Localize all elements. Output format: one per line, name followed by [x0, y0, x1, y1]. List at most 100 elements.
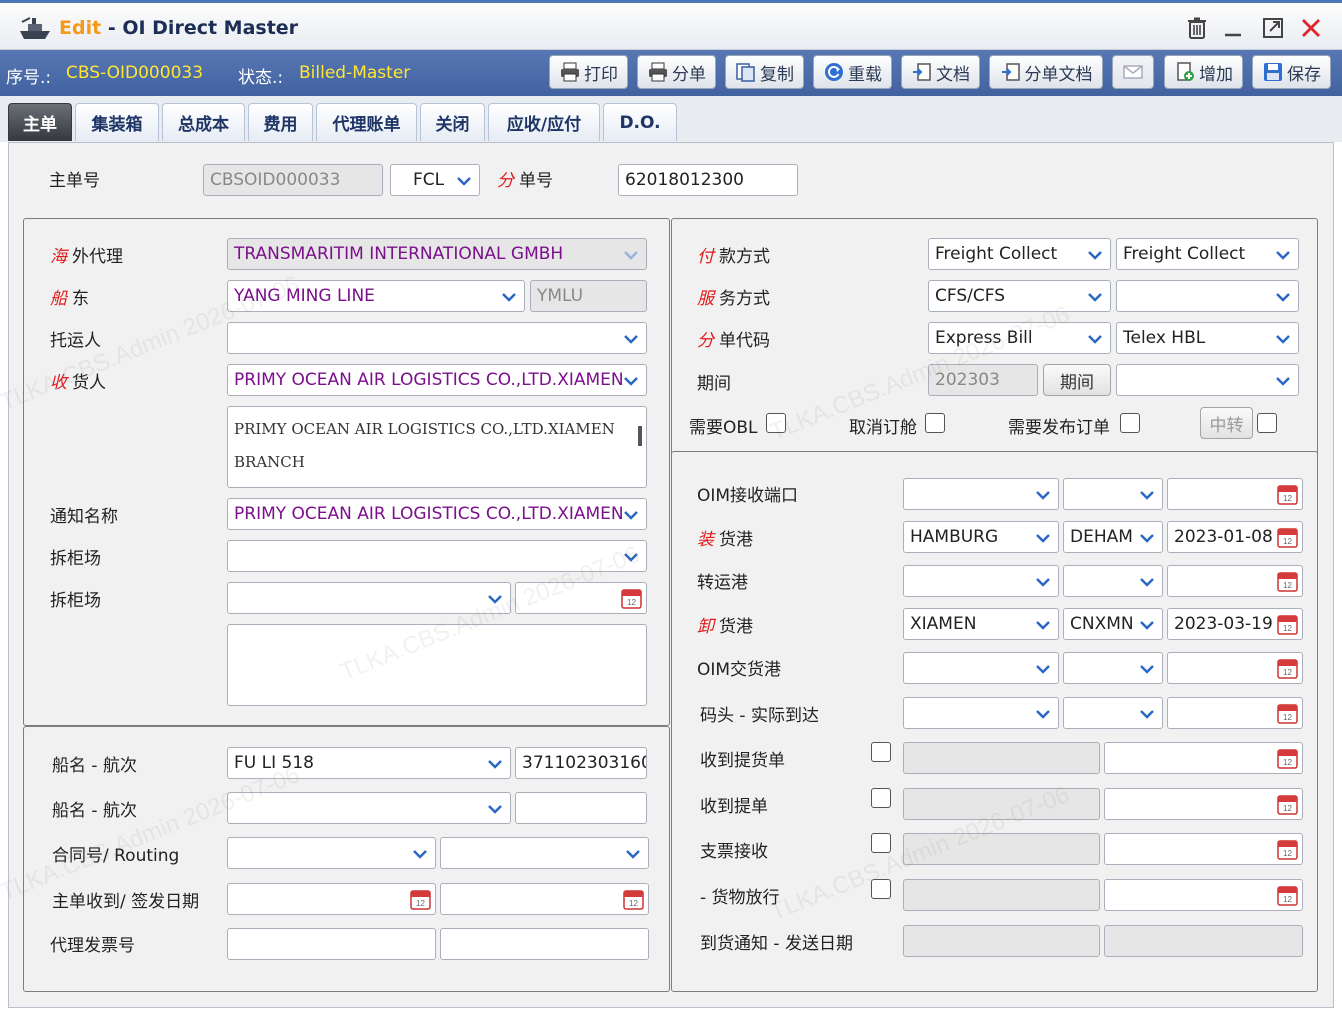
calendar-icon[interactable]: 12 [1276, 838, 1299, 861]
check-received-by-input[interactable] [903, 833, 1100, 865]
vessel-select[interactable]: FU LI 518 [227, 747, 511, 779]
email-button[interactable] [1112, 55, 1154, 89]
mbl-received-date-input[interactable]: 12 [227, 883, 436, 915]
calendar-icon[interactable]: 12 [1276, 747, 1299, 770]
devanning-2-select[interactable] [227, 582, 511, 614]
docs-button[interactable]: 文档 [901, 55, 980, 89]
calendar-icon[interactable]: 12 [1276, 526, 1299, 549]
vessel-2-select[interactable] [227, 792, 511, 824]
pod-select[interactable]: XIAMEN [903, 608, 1059, 640]
print-button[interactable]: 打印 [549, 55, 628, 89]
terminal-select[interactable] [903, 697, 1059, 729]
load-type-select[interactable]: FCL [390, 164, 480, 196]
voyage-input[interactable]: 371102303160 [515, 747, 647, 779]
mbl-issued-date-input[interactable]: 12 [440, 883, 649, 915]
calendar-icon[interactable]: 12 [1276, 613, 1299, 636]
bl-received-date-input[interactable]: 12 [1104, 788, 1303, 820]
routing-select[interactable] [440, 837, 649, 869]
tab-ar-ap[interactable]: 应收/应付 [488, 103, 600, 141]
pol-select[interactable]: HAMBURG [903, 521, 1059, 553]
reload-button[interactable]: 重载 [813, 55, 892, 89]
calendar-icon[interactable]: 12 [1276, 793, 1299, 816]
transfer-checkbox[interactable] [1257, 413, 1277, 433]
transship-date-input[interactable]: 12 [1167, 565, 1303, 597]
agent-invoice-2-input[interactable] [440, 928, 649, 960]
contract-select[interactable] [227, 837, 436, 869]
arrival-notice-date-input[interactable] [1104, 925, 1303, 957]
calendar-icon[interactable]: 12 [409, 888, 432, 911]
voyage-2-input[interactable] [515, 792, 647, 824]
bl-received-by-input[interactable] [903, 788, 1100, 820]
pod-date-input[interactable]: 2023-03-19 12 [1167, 608, 1303, 640]
hbl-type-select[interactable]: Telex HBL [1116, 322, 1299, 354]
calendar-icon[interactable]: 12 [620, 587, 643, 610]
maximize-icon[interactable] [1260, 15, 1286, 41]
payment-method-2-select[interactable]: Freight Collect [1116, 238, 1299, 270]
calendar-icon[interactable]: 12 [1276, 483, 1299, 506]
calendar-icon[interactable]: 12 [1276, 657, 1299, 680]
payment-method-select[interactable]: Freight Collect [928, 238, 1111, 270]
consignee-select[interactable]: PRIMY OCEAN AIR LOGISTICS CO.,LTD.XIAMEN [227, 364, 647, 396]
service-mode-select[interactable]: CFS/CFS [928, 280, 1111, 312]
notify-select[interactable]: PRIMY OCEAN AIR LOGISTICS CO.,LTD.XIAMEN [227, 498, 647, 530]
cargo-release-by-input[interactable] [903, 879, 1100, 911]
pol-code-select[interactable]: DEHAM [1063, 521, 1163, 553]
cargo-release-date-input[interactable]: 12 [1104, 879, 1303, 911]
devanning-date-input[interactable]: 12 [515, 582, 647, 614]
oim-receipt-code-select[interactable] [1063, 478, 1163, 510]
calendar-icon[interactable]: 12 [1276, 884, 1299, 907]
cargo-release-checkbox[interactable] [871, 879, 891, 899]
tab-agent-bills[interactable]: 代理账单 [316, 103, 417, 141]
calendar-icon[interactable]: 12 [1276, 570, 1299, 593]
devanning-notes-textarea[interactable] [227, 624, 647, 706]
need-publish-checkbox[interactable] [1120, 413, 1140, 433]
calendar-icon[interactable]: 12 [622, 888, 645, 911]
oim-delivery-code-select[interactable] [1063, 652, 1163, 684]
terminal-code-select[interactable] [1063, 697, 1163, 729]
transfer-button[interactable]: 中转 [1200, 407, 1253, 439]
need-obl-checkbox[interactable] [766, 413, 786, 433]
split-button[interactable]: 分单 [637, 55, 716, 89]
minimize-icon[interactable] [1220, 15, 1246, 41]
calendar-icon[interactable]: 12 [1276, 702, 1299, 725]
close-icon[interactable] [1298, 15, 1324, 41]
carrier-code-input[interactable]: YMLU [530, 280, 647, 312]
add-button[interactable]: 增加 [1164, 55, 1243, 89]
delivery-order-received-checkbox[interactable] [871, 742, 891, 762]
hbl-code-select[interactable]: Express Bill [928, 322, 1111, 354]
tab-charges[interactable]: 费用 [248, 103, 313, 141]
oim-delivery-date-input[interactable]: 12 [1167, 652, 1303, 684]
textarea-scrollbar[interactable] [638, 426, 642, 446]
master-no-input[interactable]: CBSOID000033 [203, 164, 383, 196]
period-input[interactable]: 202303 [928, 364, 1038, 396]
delivery-order-received-date-input[interactable]: 12 [1104, 742, 1303, 774]
overseas-agent-select[interactable]: TRANSMARITIM INTERNATIONAL GMBH [227, 238, 647, 270]
trash-icon[interactable] [1184, 15, 1210, 41]
tab-containers[interactable]: 集装箱 [75, 103, 159, 141]
period-button[interactable]: 期间 [1043, 364, 1111, 396]
oim-receipt-port-select[interactable] [903, 478, 1059, 510]
check-received-date-input[interactable]: 12 [1104, 833, 1303, 865]
oim-delivery-port-select[interactable] [903, 652, 1059, 684]
bl-received-checkbox[interactable] [871, 788, 891, 808]
pod-code-select[interactable]: CNXMN [1063, 608, 1163, 640]
hbl-no-input[interactable]: 62018012300 [618, 164, 798, 196]
oim-receipt-date-input[interactable]: 12 [1167, 478, 1303, 510]
cancel-booking-checkbox[interactable] [925, 413, 945, 433]
consignee-address-textarea[interactable]: PRIMY OCEAN AIR LOGISTICS CO.,LTD.XIAMEN… [227, 406, 647, 488]
save-button[interactable]: 保存 [1252, 55, 1331, 89]
arrival-notice-by-input[interactable] [903, 925, 1100, 957]
shipper-select[interactable] [227, 322, 647, 354]
tab-master[interactable]: 主单 [8, 103, 72, 141]
tab-close[interactable]: 关闭 [420, 103, 485, 141]
carrier-select[interactable]: YANG MING LINE [227, 280, 525, 312]
period-select[interactable] [1116, 364, 1299, 396]
actual-arrival-date-input[interactable]: 12 [1167, 697, 1303, 729]
service-mode-2-select[interactable] [1116, 280, 1299, 312]
transship-code-select[interactable] [1063, 565, 1163, 597]
copy-button[interactable]: 复制 [725, 55, 804, 89]
delivery-order-received-by-input[interactable] [903, 742, 1100, 774]
check-received-checkbox[interactable] [871, 833, 891, 853]
pol-date-input[interactable]: 2023-01-08 12 [1167, 521, 1303, 553]
tab-total-cost[interactable]: 总成本 [162, 103, 245, 141]
